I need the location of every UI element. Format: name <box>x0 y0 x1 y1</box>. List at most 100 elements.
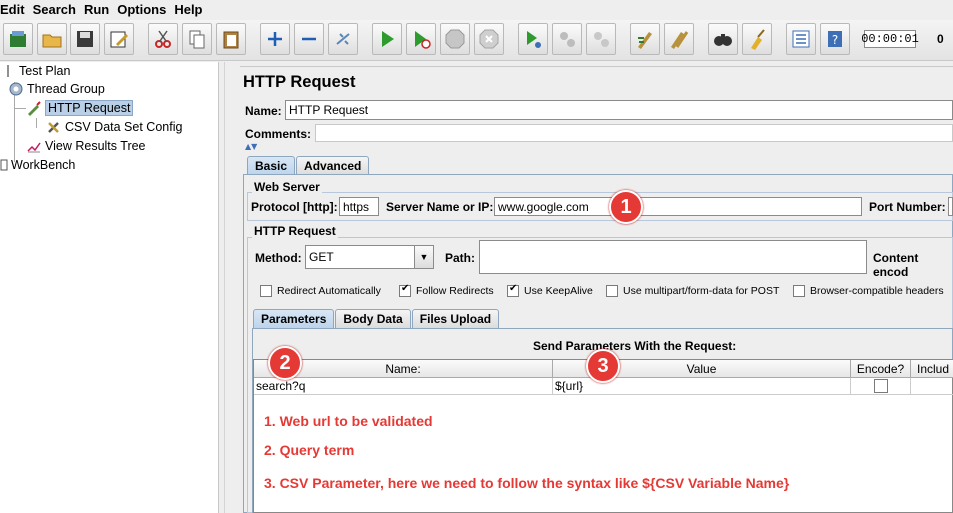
start-no-pause-icon[interactable] <box>406 23 436 55</box>
search-icon[interactable] <box>708 23 738 55</box>
column-header-include[interactable]: Includ <box>911 360 953 378</box>
tab-body-data[interactable]: Body Data <box>335 309 411 328</box>
checkbox-label: Use multipart/form-data for POST <box>623 285 780 297</box>
param-include-cell[interactable] <box>911 378 953 395</box>
annotation-note-3: 3. CSV Parameter, here we need to follow… <box>264 475 790 491</box>
menu-bar: Edit Search Run Options Help <box>0 0 953 18</box>
test-plan-tree: Test Plan Thread Group HTTP Request CSV … <box>0 62 218 513</box>
tree-node-workbench[interactable]: WorkBench <box>0 156 75 174</box>
checkbox-box[interactable] <box>399 283 411 297</box>
elapsed-timer: 00:00:01 <box>861 30 919 48</box>
checkbox-box[interactable] <box>507 283 519 297</box>
tab-advanced[interactable]: Advanced <box>296 156 370 175</box>
clear-all-icon[interactable] <box>664 23 694 55</box>
redirect-auto-checkbox[interactable]: Redirect Automatically <box>260 285 381 297</box>
copy-icon[interactable] <box>182 23 212 55</box>
reset-search-icon[interactable] <box>742 23 772 55</box>
annotation-badge-1: 1 <box>609 190 643 224</box>
workbench-icon <box>0 157 8 173</box>
checkbox-box[interactable] <box>793 285 805 297</box>
follow-redirects-checkbox[interactable]: Follow Redirects <box>399 283 494 297</box>
edit-icon[interactable] <box>104 23 134 55</box>
open-icon[interactable] <box>37 23 67 55</box>
remote-start-icon[interactable] <box>518 23 548 55</box>
encode-checkbox[interactable] <box>873 379 888 393</box>
tab-basic[interactable]: Basic <box>247 156 296 175</box>
multipart-checkbox[interactable]: Use multipart/form-data for POST <box>606 285 779 297</box>
tree-node-thread-group[interactable]: Thread Group <box>8 80 105 98</box>
stop-icon[interactable] <box>440 23 470 55</box>
param-name-cell[interactable]: search?q <box>254 378 553 395</box>
tree-label: HTTP Request <box>45 100 134 116</box>
comments-field[interactable] <box>315 124 953 142</box>
tab-parameters[interactable]: Parameters <box>253 309 335 328</box>
main-tabs: Basic Advanced <box>247 156 370 175</box>
expand-icon[interactable] <box>260 23 290 55</box>
tab-files-upload[interactable]: Files Upload <box>411 309 500 328</box>
tree-label: View Results Tree <box>45 139 146 153</box>
sub-tabs: Parameters Body Data Files Upload <box>253 309 500 328</box>
checkbox-label: Browser-compatible headers <box>810 285 944 297</box>
menu-options[interactable]: Options <box>113 2 170 17</box>
tree-node-results-tree[interactable]: View Results Tree <box>26 137 146 155</box>
tree-label: CSV Data Set Config <box>65 120 183 134</box>
server-field[interactable]: www.google.com <box>494 197 862 216</box>
keepalive-checkbox[interactable]: Use KeepAlive <box>507 283 593 297</box>
path-label: Path: <box>445 251 475 265</box>
remote-shutdown-icon[interactable] <box>586 23 616 55</box>
help-icon[interactable]: ? <box>820 23 850 55</box>
clear-icon[interactable] <box>630 23 660 55</box>
checkbox-box[interactable] <box>260 285 272 297</box>
menu-help[interactable]: Help <box>170 2 206 17</box>
remote-stop-icon[interactable] <box>552 23 582 55</box>
path-field[interactable] <box>479 240 867 274</box>
tree-node-test-plan[interactable]: Test Plan <box>0 62 70 80</box>
annotation-badge-3: 3 <box>586 349 620 383</box>
chevron-down-icon[interactable]: ▼ <box>414 246 433 268</box>
start-icon[interactable] <box>372 23 402 55</box>
annotation-note-1: 1. Web url to be validated <box>264 413 433 429</box>
error-count: 0 <box>937 32 944 46</box>
port-field[interactable] <box>948 197 953 216</box>
shutdown-icon[interactable] <box>474 23 504 55</box>
wrench-icon <box>46 119 62 135</box>
function-helper-icon[interactable] <box>786 23 816 55</box>
server-label: Server Name or IP: <box>386 200 494 214</box>
menu-search[interactable]: Search <box>29 2 80 17</box>
method-label: Method: <box>255 251 302 265</box>
checkbox-box[interactable] <box>606 285 618 297</box>
resize-arrows-icon[interactable]: ▲▼ <box>245 142 257 151</box>
http-request-title: HTTP Request <box>252 224 338 238</box>
params-caption: Send Parameters With the Request: <box>533 339 737 353</box>
tree-node-csv-config[interactable]: CSV Data Set Config <box>46 118 182 136</box>
toolbar: ? 00:00:01 0 <box>0 20 953 61</box>
toggle-icon[interactable] <box>328 23 358 55</box>
test-plan-icon <box>0 63 16 79</box>
web-server-title: Web Server <box>252 180 322 194</box>
annotation-badge-2: 2 <box>268 346 302 380</box>
paste-icon[interactable] <box>216 23 246 55</box>
checkbox-label: Use KeepAlive <box>524 285 593 297</box>
collapse-icon[interactable] <box>294 23 324 55</box>
method-value: GET <box>309 250 334 264</box>
comments-label: Comments: <box>245 127 312 141</box>
param-encode-cell[interactable] <box>851 378 911 395</box>
splitter[interactable] <box>218 62 233 513</box>
method-select[interactable]: GET ▼ <box>305 245 434 269</box>
browser-headers-checkbox[interactable]: Browser-compatible headers <box>793 285 944 297</box>
pipette-icon <box>26 100 42 116</box>
gear-icon <box>8 81 24 97</box>
save-icon[interactable] <box>70 23 100 55</box>
name-field[interactable]: HTTP Request <box>285 100 953 120</box>
tree-node-http-request[interactable]: HTTP Request <box>26 99 134 117</box>
name-label: Name: <box>245 104 282 118</box>
template-icon[interactable] <box>3 23 33 55</box>
menu-edit[interactable]: Edit <box>0 2 29 17</box>
protocol-field[interactable]: https <box>339 197 379 216</box>
column-header-encode[interactable]: Encode? <box>851 360 911 378</box>
cut-icon[interactable] <box>148 23 178 55</box>
annotation-note-2: 2. Query term <box>264 442 355 458</box>
checkbox-label: Redirect Automatically <box>277 285 381 297</box>
menu-run[interactable]: Run <box>80 2 113 17</box>
tree-label: Thread Group <box>27 82 105 96</box>
